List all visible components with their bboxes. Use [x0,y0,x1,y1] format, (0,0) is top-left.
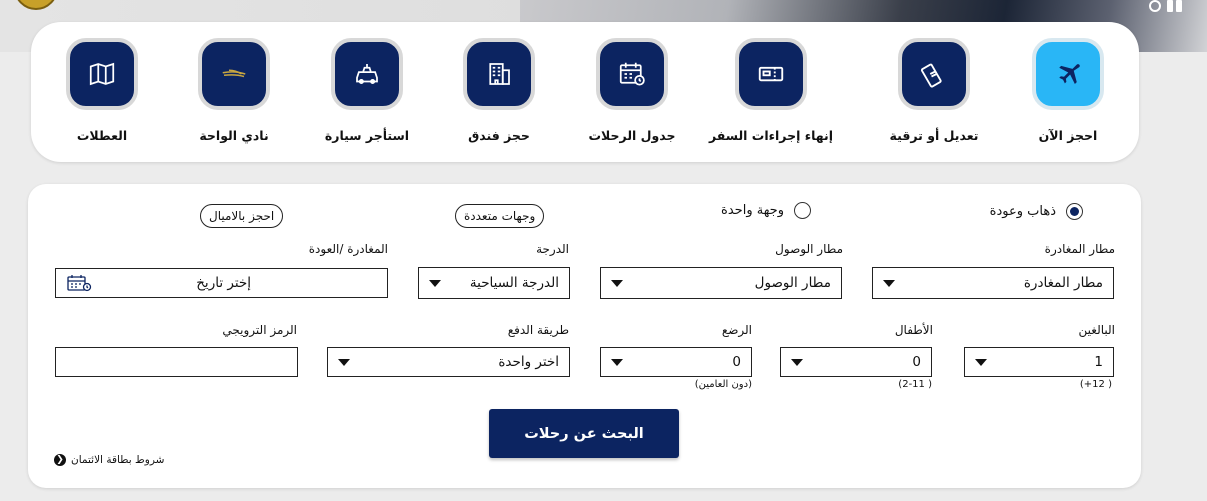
quick-action-oasis-club[interactable]: نادي الواحة [169,38,299,143]
adults-age-note: ( 12+) [1079,379,1112,390]
quick-action-label: جدول الرحلات [588,128,676,143]
payment-select[interactable]: اختر واحدة [327,347,570,377]
quick-action-holidays[interactable]: العطلات [37,38,167,143]
infants-label: الرضع [721,323,752,337]
flight-search-form: ذهاب وعودة وجهة واحدة وجهات متعددة احجز … [28,184,1141,488]
oasis-logo-icon [198,38,270,110]
car-icon [331,38,403,110]
dates-label: المغادرة /العودة [308,242,388,256]
destination-select[interactable]: مطار الوصول [600,267,842,299]
children-age-note: ( 2-11) [898,379,932,390]
quick-action-label: نادي الواحة [199,128,269,143]
adults-select[interactable]: 1 [964,347,1114,377]
quick-action-label: حجز فندق [468,128,530,143]
chevron-down-icon [429,279,441,287]
quick-action-modify-upgrade[interactable]: تعديل أو ترقية [869,38,999,143]
quick-action-check-in[interactable]: إنهاء إجراءات السفر [691,38,851,143]
trip-type-round-trip[interactable]: ذهاب وعودة [990,203,1083,220]
quick-action-label: تعديل أو ترقية [889,128,979,143]
calendar-icon [66,274,92,292]
radio-selected-icon [1066,203,1083,220]
hotel-icon [463,38,535,110]
promo-code-input[interactable] [55,347,298,377]
quick-action-flight-schedule[interactable]: جدول الرحلات [567,38,697,143]
multi-city-button[interactable]: وجهات متعددة [455,204,545,228]
book-with-miles-button[interactable]: احجز بالاميال [200,204,284,228]
destination-label: مطار الوصول [775,242,843,256]
cabin-select[interactable]: الدرجة السياحية [418,267,570,299]
payment-label: طريقة الدفع [507,323,569,337]
infants-age-note: (دون العامين) [694,379,752,390]
adults-label: البالغين [1078,323,1115,337]
chevron-down-icon [611,279,623,287]
search-flights-button[interactable]: البحث عن رحلات [489,409,679,458]
date-picker-field[interactable]: إختر تاريخ [55,268,388,298]
origin-select[interactable]: مطار المغادرة [872,267,1114,299]
quick-action-book-now[interactable]: احجز الآن [1003,38,1133,143]
children-select[interactable]: 0 [780,347,932,377]
chevron-down-icon [791,358,803,366]
calendar-clock-icon [596,38,668,110]
quick-action-car-rental[interactable]: استأجر سيارة [302,38,432,143]
chevron-down-icon [883,279,895,287]
quick-action-label: إنهاء إجراءات السفر [708,128,834,143]
quick-actions-bar: احجز الآن تعديل أو ترقية إنهاء إجراءات ا… [31,22,1139,162]
origin-label: مطار المغادرة [1044,242,1115,256]
trip-type-one-way[interactable]: وجهة واحدة [721,202,811,219]
chevron-down-icon [975,358,987,366]
quick-action-label: احجز الآن [1038,128,1098,143]
ticket-icon [898,38,970,110]
children-label: الأطفال [894,323,933,337]
chevron-down-icon [611,358,623,366]
quick-action-label: استأجر سيارة [324,128,410,143]
quick-action-hotel[interactable]: حجز فندق [434,38,564,143]
airline-seal-logo [14,0,58,10]
cabin-label: الدرجة [536,242,569,256]
infants-select[interactable]: 0 [600,347,752,377]
arrow-left-circle-icon: ❮ [54,454,66,466]
airplane-icon [1032,38,1104,110]
slider-pause-icon[interactable] [1149,0,1182,14]
map-icon [66,38,138,110]
chevron-down-icon [338,358,350,366]
radio-empty-icon [794,202,811,219]
boarding-pass-icon [735,38,807,110]
credit-card-terms-link[interactable]: شروط بطاقة الائتمان ❮ [54,454,164,466]
promo-label: الرمز الترويجي [222,323,297,337]
quick-action-label: العطلات [76,128,128,143]
